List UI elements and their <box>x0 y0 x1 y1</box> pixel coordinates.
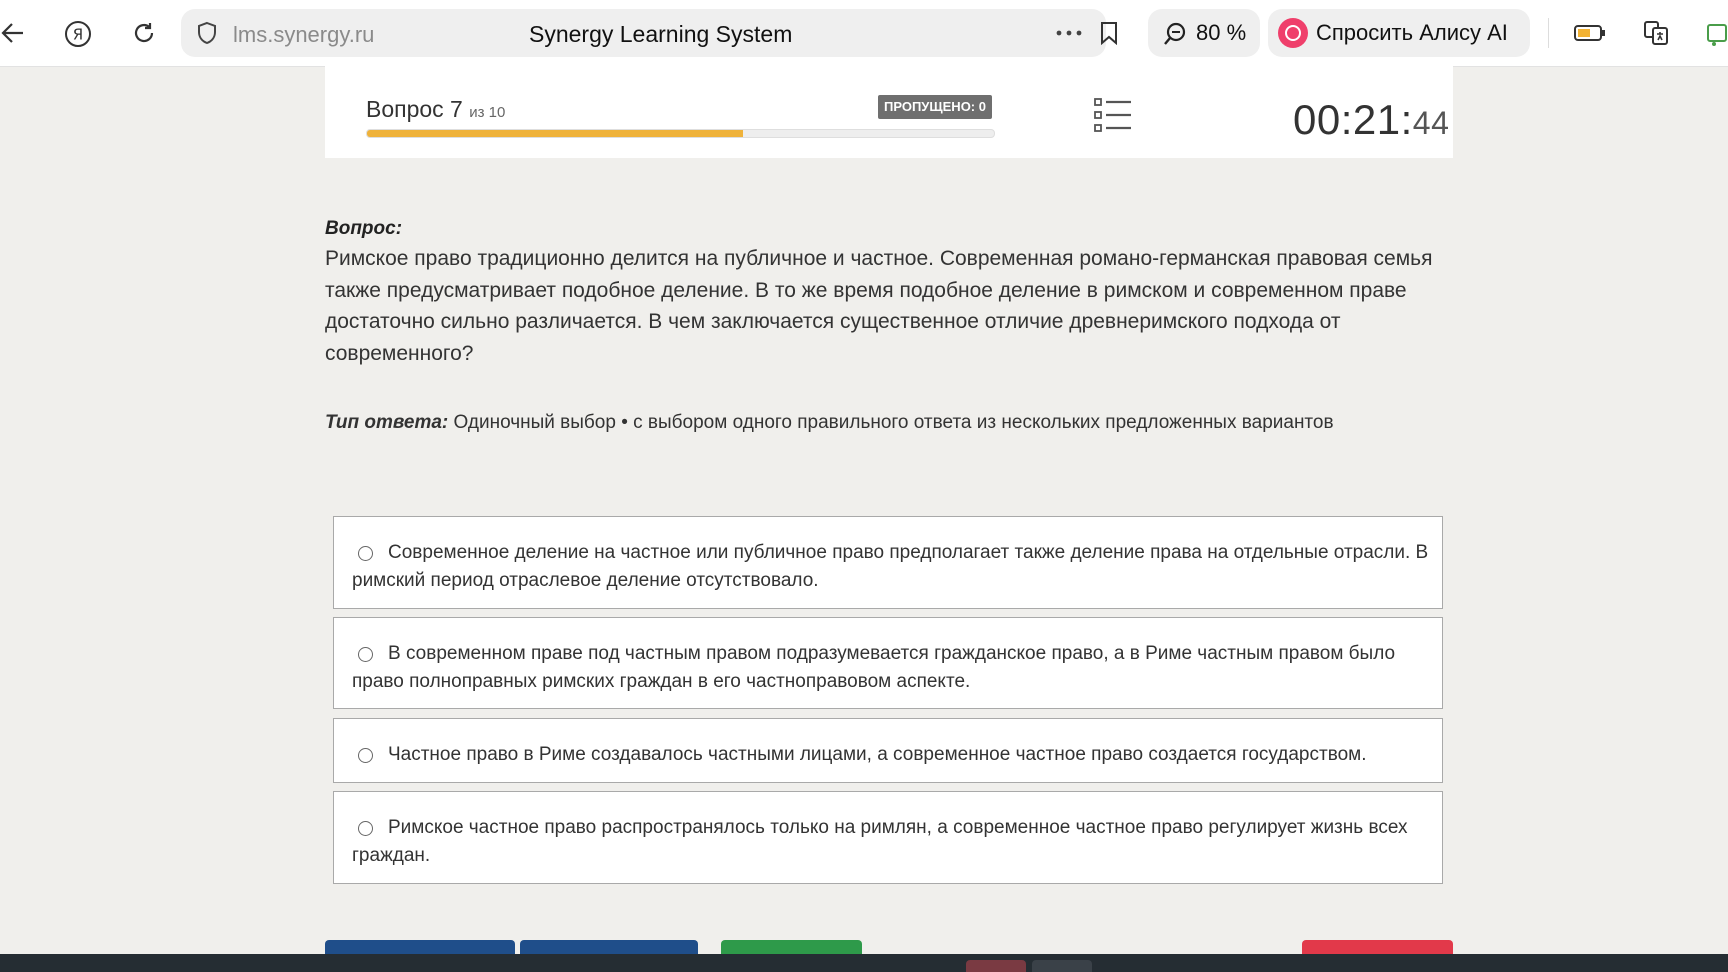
url-text[interactable]: lms.synergy.ru <box>233 22 374 48</box>
zoom-button[interactable]: 80 % <box>1148 9 1260 57</box>
bookmark-icon[interactable] <box>1097 20 1121 46</box>
answer-option[interactable]: В современном праве под частным правом п… <box>333 617 1443 709</box>
question-number: Вопрос 7 <box>366 96 463 122</box>
answer-option-text: Современное деление на частное или публи… <box>352 542 1429 591</box>
timer-main: 00:21: <box>1293 96 1413 143</box>
question-list-icon[interactable] <box>1094 97 1132 138</box>
yandex-logo-icon[interactable]: Я <box>63 19 93 49</box>
address-bar[interactable]: lms.synergy.ru Synergy Learning System <box>181 9 1117 57</box>
question-text: Римское право традиционно делится на пуб… <box>325 247 1433 365</box>
more-icon[interactable] <box>1055 21 1083 45</box>
extension-icon[interactable] <box>1704 18 1728 48</box>
translate-icon[interactable] <box>1641 18 1671 48</box>
divider-line <box>1548 18 1549 48</box>
answer-type-label: Тип ответа: <box>325 412 449 433</box>
reload-icon[interactable] <box>130 19 158 47</box>
zoom-level: 80 % <box>1196 20 1247 45</box>
skipped-badge: ПРОПУЩЕНО: 0 <box>878 95 992 119</box>
shield-icon[interactable] <box>195 21 219 45</box>
alice-label: Спросить Алису AI <box>1316 20 1508 45</box>
progress-bar <box>366 129 995 138</box>
answer-option-text: В современном праве под частным правом п… <box>352 643 1396 692</box>
zoom-magnifier-icon <box>1162 21 1188 47</box>
ask-alice-button[interactable]: Спросить Алису AI <box>1268 9 1530 57</box>
alice-icon <box>1278 18 1308 48</box>
answer-option[interactable]: Современное деление на частное или публи… <box>333 516 1443 609</box>
timer: 00:21:44 <box>1293 96 1449 144</box>
svg-text:Я: Я <box>73 26 83 44</box>
answer-option-text: Частное право в Риме создавалось частным… <box>388 744 1367 765</box>
page-title: Synergy Learning System <box>529 21 793 47</box>
answer-type: Тип ответа: Одиночный выбор • с выбором … <box>325 412 1334 434</box>
answer-type-value: Одиночный выбор • с выбором одного прави… <box>453 412 1334 433</box>
back-arrow-icon[interactable] <box>0 18 26 48</box>
progress-fill <box>367 130 744 137</box>
question-total: из 10 <box>469 104 506 121</box>
question-label: Вопрос: <box>325 218 403 239</box>
question-counter: Вопрос 7 из 10 <box>366 96 505 123</box>
browser-toolbar: Я lms.synergy.ru Synergy Learning System… <box>0 0 1728 67</box>
answer-option[interactable]: Римское частное право распространялось т… <box>333 791 1443 884</box>
taskbar <box>0 954 1728 972</box>
battery-icon[interactable] <box>1573 22 1607 44</box>
taskbar-app[interactable] <box>966 960 1026 972</box>
quiz-header: Вопрос 7 из 10 ПРОПУЩЕНО: 0 00:21:44 <box>325 66 1453 158</box>
answer-option-text: Римское частное право распространялось т… <box>352 817 1408 866</box>
answer-option[interactable]: Частное право в Риме создавалось частным… <box>333 718 1443 783</box>
timer-seconds: 44 <box>1412 105 1450 141</box>
taskbar-app[interactable] <box>1032 960 1092 972</box>
